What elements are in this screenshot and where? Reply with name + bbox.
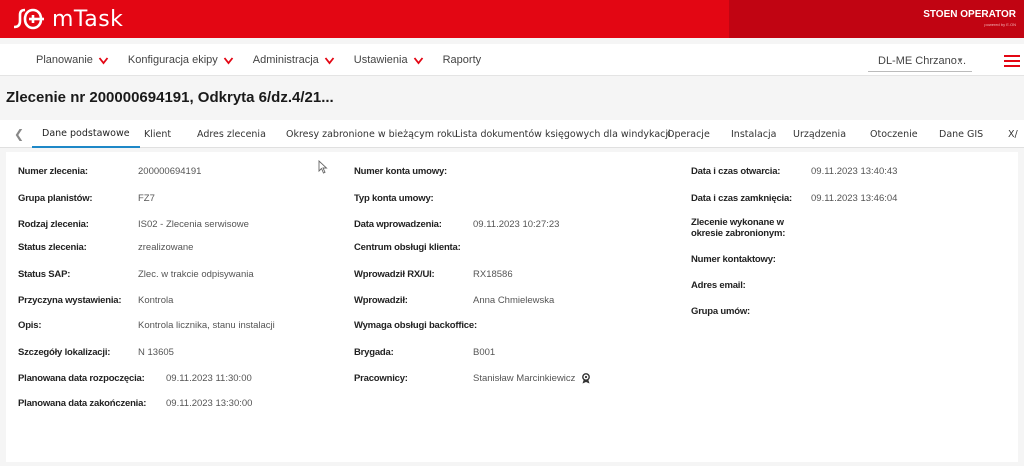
- tab-more[interactable]: X/: [1008, 120, 1018, 148]
- menu-label: Planowanie: [36, 54, 93, 66]
- tab-otoczenie[interactable]: Otoczenie: [870, 120, 918, 148]
- badge-icon[interactable]: [581, 373, 591, 384]
- field-label: Data i czas zamknięcia:: [691, 193, 793, 204]
- menu-planowanie[interactable]: Planowanie: [36, 54, 109, 66]
- field-value: B001: [473, 347, 496, 358]
- tab-klient[interactable]: Klient: [144, 120, 171, 148]
- operator-sub: powered by E.ON: [984, 22, 1016, 27]
- operator-name: STOEN OPERATOR: [923, 9, 1016, 20]
- chevron-down-icon: [223, 56, 233, 64]
- field-label: Szczegóły lokalizacji:: [18, 347, 111, 358]
- employee-name: Stanisław Marcinkiewicz: [473, 373, 576, 385]
- location-select-value: DL-ME Chrzano...: [878, 54, 967, 67]
- operator-logo: STOEN OPERATOR powered by E.ON: [923, 10, 1016, 30]
- chevron-down-icon: [98, 56, 109, 64]
- field-value: 200000694191: [138, 166, 202, 177]
- field-value: N 13605: [138, 347, 174, 358]
- field-value: IS02 - Zlecenia serwisowe: [138, 219, 249, 230]
- menu-label: Administracja: [252, 54, 319, 66]
- field-label: Status SAP:: [18, 269, 71, 280]
- menu-label: Raporty: [442, 54, 482, 66]
- tab-adres-zlecenia[interactable]: Adres zlecenia: [197, 120, 266, 148]
- field-value: Stanisław Marcinkiewicz: [473, 373, 591, 384]
- menu-konfiguracja-ekipy[interactable]: Konfiguracja ekipy: [128, 54, 234, 66]
- field-label: Numer kontaktowy:: [691, 254, 776, 265]
- tab-dane-podstawowe[interactable]: Dane podstawowe: [32, 120, 140, 148]
- tab-dane-gis[interactable]: Dane GIS: [939, 120, 983, 148]
- field-label: Numer konta umowy:: [354, 166, 447, 177]
- chevron-down-icon: [413, 56, 423, 64]
- menu-label: Konfiguracja ekipy: [127, 54, 218, 66]
- field-value: RX18586: [473, 269, 513, 280]
- app-logo[interactable]: mTask: [12, 4, 123, 34]
- page-title: Zlecenie nr 200000694191, Odkryta 6/dz.4…: [6, 89, 334, 106]
- details-panel: Numer zlecenia: 200000694191 Grupa plani…: [6, 152, 1018, 462]
- field-label: Opis:: [18, 320, 42, 331]
- field-value: zrealizowane: [138, 242, 194, 253]
- hamburger-menu-icon[interactable]: [1004, 55, 1020, 67]
- field-label: Planowana data rozpoczęcia:: [18, 373, 145, 384]
- tabs-bar: ❮ Dane podstawowe Klient Adres zlecenia …: [0, 120, 1024, 148]
- field-value: Kontrola licznika, stanu instalacji: [138, 320, 275, 331]
- field-label: Typ konta umowy:: [354, 193, 434, 204]
- field-label: Grupa umów:: [691, 306, 751, 317]
- menu-label: Ustawienia: [353, 54, 408, 66]
- tab-urzadzenia[interactable]: Urządzenia: [793, 120, 846, 148]
- field-label: Wymaga obsługi backoffice:: [354, 320, 477, 331]
- field-label: Przyczyna wystawienia:: [18, 295, 122, 306]
- field-value: Kontrola: [138, 295, 174, 306]
- field-value: 09.11.2023 10:27:23: [473, 219, 560, 230]
- field-label: Status zlecenia:: [18, 242, 87, 253]
- menu-raporty[interactable]: Raporty: [443, 54, 482, 66]
- field-label: Numer zlecenia:: [18, 166, 88, 177]
- field-value: 09.11.2023 13:40:43: [811, 166, 898, 177]
- app-name: mTask: [52, 6, 124, 32]
- tab-instalacja[interactable]: Instalacja: [731, 120, 776, 148]
- field-value: FZ7: [138, 193, 155, 204]
- chevron-down-icon: [324, 56, 334, 64]
- field-label: Centrum obsługi klienta:: [354, 242, 461, 253]
- field-value: 09.11.2023 13:46:04: [811, 193, 898, 204]
- top-bar: mTask STOEN OPERATOR powered by E.ON: [0, 0, 1024, 38]
- field-label: Grupa planistów:: [18, 193, 93, 204]
- menu-ustawienia[interactable]: Ustawienia: [354, 54, 424, 66]
- main-menu-bar: Planowanie Konfiguracja ekipy Administra…: [0, 44, 1024, 76]
- field-value: 09.11.2023 13:30:00: [166, 398, 253, 409]
- field-value: Anna Chmielewska: [473, 295, 555, 306]
- field-label: Zlecenie wykonane w okresie zabronionym:: [691, 217, 786, 239]
- caret-down-icon: ▼: [956, 56, 964, 65]
- field-label: Rodzaj zlecenia:: [18, 219, 89, 230]
- mtask-logo-icon: [13, 8, 44, 30]
- field-label: Data i czas otwarcia:: [691, 166, 781, 177]
- tab-okresy-zabronione[interactable]: Okresy zabronione w bieżącym roku: [286, 120, 458, 148]
- location-select[interactable]: DL-ME Chrzano... ▼: [868, 50, 972, 72]
- field-label: Adres email:: [691, 280, 746, 291]
- menu-administracja[interactable]: Administracja: [253, 54, 335, 66]
- field-value: Zlec. w trakcie odpisywania: [138, 269, 254, 280]
- tab-operacje[interactable]: Operacje: [667, 120, 710, 148]
- chevron-left-icon[interactable]: ❮: [14, 127, 24, 141]
- tab-lista-dokumentow[interactable]: Lista dokumentów księgowych dla windykac…: [455, 120, 671, 148]
- mouse-cursor-icon: [318, 160, 328, 174]
- field-label: Planowana data zakończenia:: [18, 398, 147, 409]
- field-value: 09.11.2023 11:30:00: [166, 373, 252, 384]
